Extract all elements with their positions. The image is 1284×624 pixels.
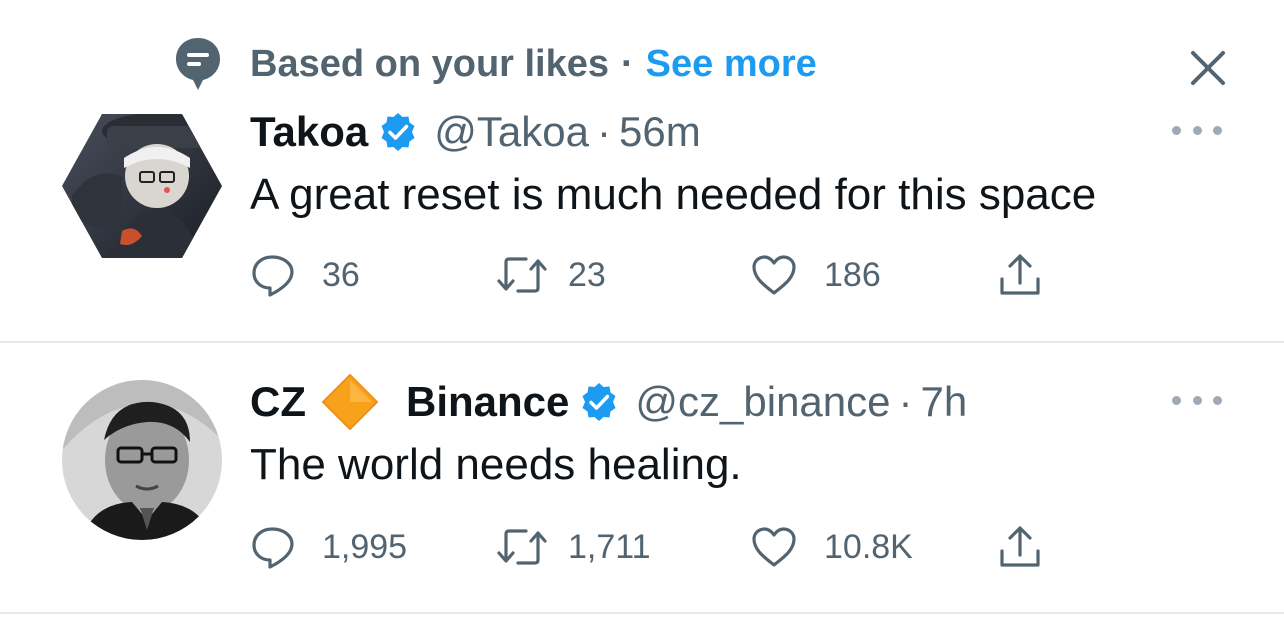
- timestamp[interactable]: 56m: [619, 108, 701, 156]
- avatar[interactable]: [62, 114, 222, 258]
- reply-count: 1,995: [322, 527, 408, 566]
- like-count: 186: [824, 255, 881, 294]
- handle[interactable]: @Takoa: [434, 108, 589, 156]
- retweet-count: 23: [568, 255, 606, 294]
- reply-count: 36: [322, 255, 360, 294]
- divider: [0, 341, 1284, 343]
- timestamp[interactable]: 7h: [921, 378, 968, 426]
- divider: [0, 612, 1284, 614]
- context-text: Based on your likes: [250, 42, 610, 85]
- more-options-button[interactable]: [1172, 115, 1222, 145]
- reply-button[interactable]: 1,995: [250, 522, 407, 572]
- share-icon: [1000, 254, 1040, 295]
- display-name[interactable]: Takoa: [250, 108, 368, 156]
- context-separator: ·: [621, 42, 634, 85]
- verified-badge-icon: [579, 382, 619, 422]
- tweet-text: The world needs healing.: [250, 440, 742, 489]
- retweet-button[interactable]: 1,711: [496, 522, 651, 572]
- speech-bubble-icon: [170, 36, 226, 92]
- more-dot-icon: [1213, 125, 1222, 135]
- separator: ·: [597, 108, 611, 155]
- like-count: 10.8K: [824, 527, 913, 566]
- reply-icon: [252, 527, 294, 569]
- like-button[interactable]: 186: [750, 250, 881, 300]
- close-button[interactable]: [1180, 40, 1236, 96]
- display-name-suffix[interactable]: Binance: [406, 378, 569, 426]
- more-dot-icon: [1192, 125, 1202, 135]
- separator: ·: [898, 378, 913, 425]
- heart-icon: [752, 255, 796, 295]
- tweet-header: Takoa @Takoa · 56m: [250, 104, 701, 160]
- more-options-button[interactable]: [1172, 385, 1222, 415]
- verified-badge-icon: [378, 112, 418, 152]
- retweet-button[interactable]: 23: [496, 250, 606, 300]
- retweet-icon: [497, 529, 547, 565]
- reply-icon: [252, 255, 294, 297]
- share-icon: [1000, 526, 1040, 567]
- like-button[interactable]: 10.8K: [750, 522, 913, 572]
- display-name[interactable]: CZ: [250, 378, 306, 426]
- see-more-link[interactable]: See more: [646, 43, 817, 85]
- social-context: Based on your likes · See more: [170, 36, 817, 92]
- more-dot-icon: [1192, 395, 1202, 405]
- heart-icon: [752, 527, 796, 567]
- reply-button[interactable]: 36: [250, 250, 360, 300]
- tweet-text: A great reset is much needed for this sp…: [250, 170, 1097, 219]
- share-button[interactable]: [996, 250, 1044, 300]
- handle[interactable]: @cz_binance: [635, 378, 890, 426]
- share-button[interactable]: [996, 522, 1044, 572]
- retweet-icon: [497, 257, 547, 293]
- close-icon: [1191, 51, 1225, 85]
- retweet-count: 1,711: [568, 527, 651, 566]
- more-dot-icon: [1213, 395, 1222, 405]
- orange-diamond-icon: [320, 372, 380, 432]
- tweet-header: CZ Binance @cz_binance · 7h: [250, 374, 967, 430]
- more-dot-icon: [1172, 395, 1181, 405]
- avatar[interactable]: [62, 380, 222, 540]
- more-dot-icon: [1172, 125, 1181, 135]
